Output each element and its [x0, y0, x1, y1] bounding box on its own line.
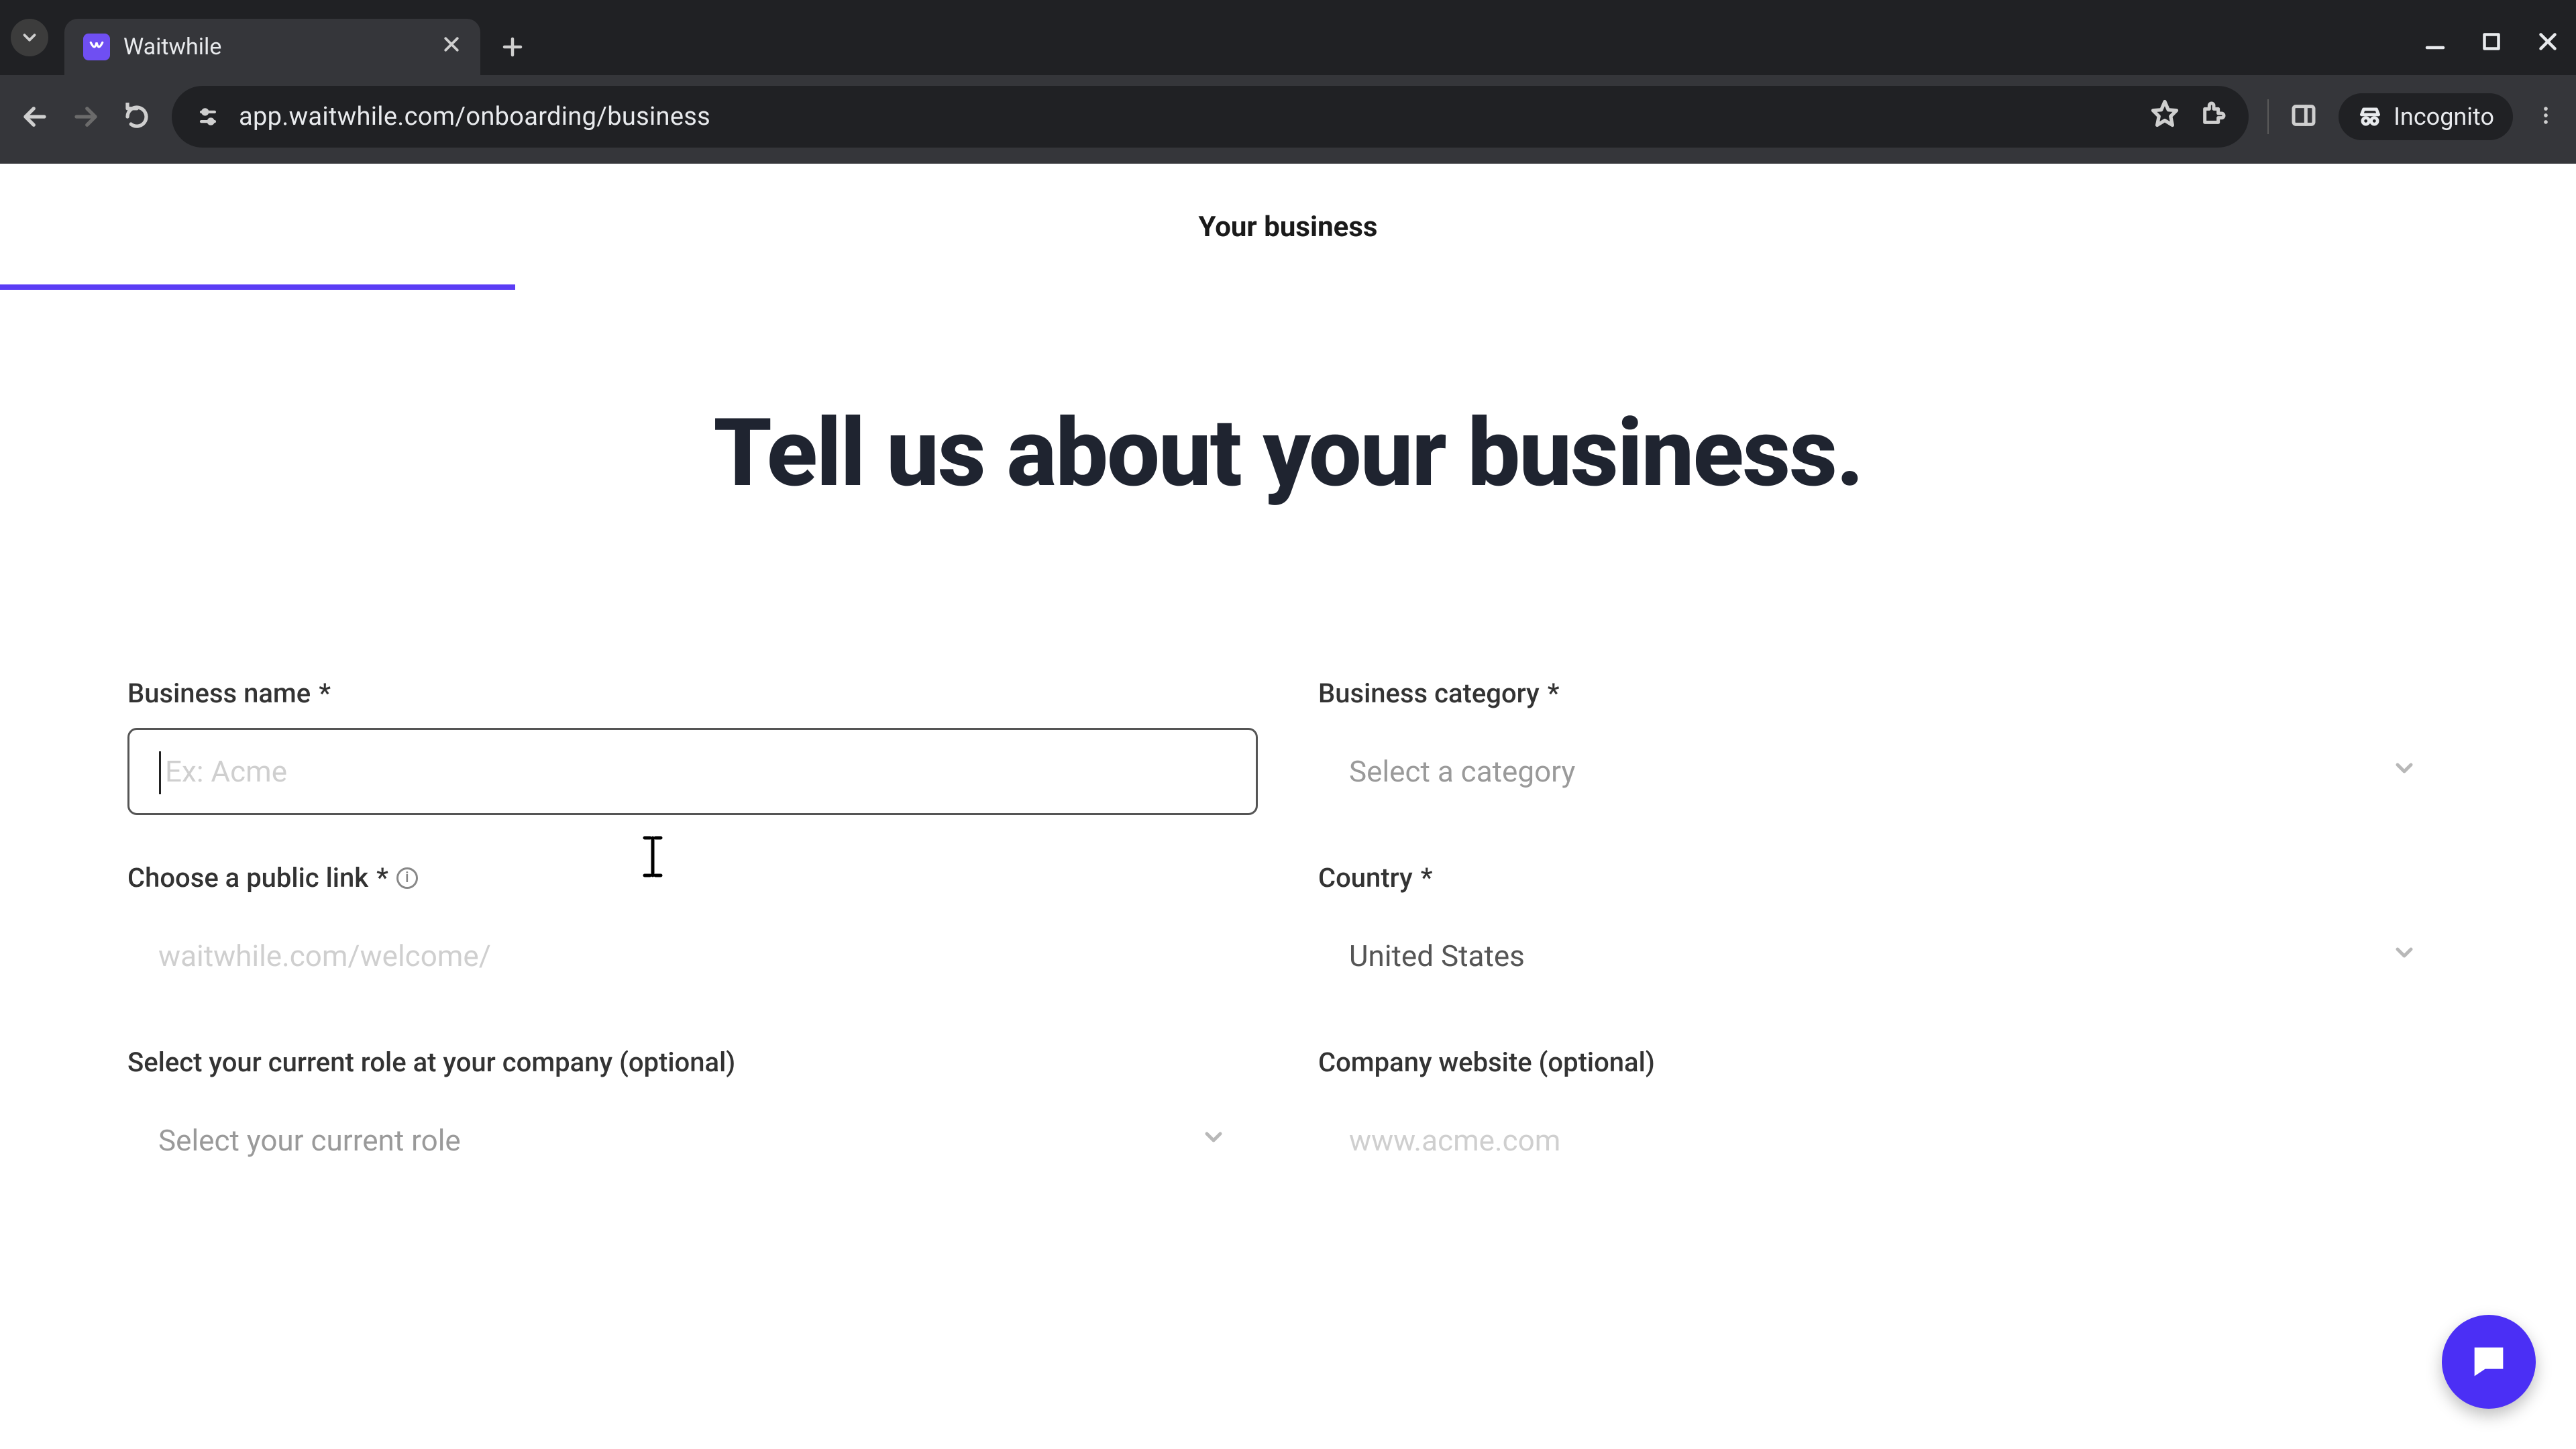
new-tab-button[interactable] [488, 23, 537, 71]
chevron-down-icon [19, 28, 40, 48]
business-name-input[interactable]: Ex: Acme [127, 728, 1258, 815]
nav-forward-button[interactable] [70, 101, 102, 133]
arrow-right-icon [72, 103, 100, 131]
omnibox-url: app.waitwhile.com/onboarding/business [239, 102, 710, 131]
onboarding-progress-bar [0, 284, 515, 290]
website-label: Company website (optional) [1318, 1046, 1655, 1078]
window-controls [2423, 30, 2560, 56]
incognito-label: Incognito [2394, 103, 2494, 131]
tune-icon [197, 105, 219, 128]
minimize-icon [2423, 30, 2447, 54]
chevron-down-icon [2391, 938, 2418, 973]
side-panel-icon [2290, 102, 2317, 129]
public-link-placeholder: waitwhile.com/welcome/ [158, 938, 491, 973]
country-label: Country [1318, 862, 1413, 894]
required-marker: * [1548, 678, 1560, 709]
country-value: United States [1349, 938, 1525, 973]
chat-bubble-icon [2467, 1340, 2510, 1383]
role-value: Select your current role [158, 1123, 461, 1158]
maximize-icon [2479, 30, 2504, 54]
waitwhile-favicon-icon [83, 34, 110, 60]
info-icon[interactable]: i [396, 867, 418, 889]
nav-back-button[interactable] [19, 101, 51, 133]
browser-chrome: Waitwhile [0, 0, 2576, 164]
field-public-link: Choose a public link * i waitwhile.com/w… [127, 862, 1258, 1000]
field-business-name: Business name * Ex: Acme [127, 678, 1258, 815]
page-root: Your business Tell us about your busines… [0, 164, 2576, 1449]
toolbar-right: Incognito [2267, 93, 2557, 140]
onboarding-form: Business name * Ex: Acme Business catego… [127, 678, 2449, 1184]
tab-close-button[interactable] [441, 34, 462, 60]
toolbar-separator [2267, 99, 2269, 134]
field-business-category: Business category * Select a category [1318, 678, 2449, 815]
public-link-label: Choose a public link [127, 862, 368, 894]
close-icon [441, 34, 462, 54]
incognito-indicator[interactable]: Incognito [2339, 93, 2513, 140]
arrow-left-icon [21, 103, 49, 131]
reload-icon [123, 103, 151, 131]
chrome-menu-button[interactable] [2534, 104, 2557, 129]
window-maximize-button[interactable] [2479, 30, 2504, 56]
website-placeholder: www.acme.com [1349, 1123, 1560, 1158]
intercom-chat-button[interactable] [2442, 1315, 2536, 1409]
required-marker: * [1421, 862, 1433, 894]
chevron-down-icon [2391, 754, 2418, 789]
chevron-down-icon [1200, 1123, 1227, 1158]
browser-tab[interactable]: Waitwhile [64, 19, 480, 75]
role-select[interactable]: Select your current role [127, 1097, 1258, 1184]
tab-search-dropdown[interactable] [11, 19, 48, 56]
incognito-icon [2357, 104, 2383, 129]
tab-title: Waitwhile [123, 34, 221, 60]
plus-icon [500, 35, 525, 59]
browser-toolbar: app.waitwhile.com/onboarding/business In… [0, 75, 2576, 164]
star-icon [2151, 99, 2179, 127]
text-caret-icon [159, 751, 161, 794]
business-name-label: Business name [127, 678, 311, 709]
window-close-button[interactable] [2536, 30, 2560, 56]
required-marker: * [319, 678, 331, 709]
business-name-placeholder: Ex: Acme [165, 754, 287, 789]
business-category-label: Business category [1318, 678, 1540, 709]
website-input[interactable]: www.acme.com [1318, 1097, 2449, 1184]
field-country: Country * United States [1318, 862, 2449, 1000]
business-category-value: Select a category [1349, 754, 1575, 789]
extensions-button[interactable] [2200, 100, 2227, 133]
puzzle-icon [2200, 100, 2227, 127]
field-role: Select your current role at your company… [127, 1046, 1258, 1184]
omnibox[interactable]: app.waitwhile.com/onboarding/business [172, 86, 2249, 148]
public-link-input[interactable]: waitwhile.com/welcome/ [127, 912, 1258, 1000]
tab-strip: Waitwhile [0, 0, 2576, 75]
side-panel-button[interactable] [2290, 102, 2317, 131]
kebab-icon [2534, 104, 2557, 127]
role-label: Select your current role at your company… [127, 1046, 735, 1078]
nav-reload-button[interactable] [121, 101, 153, 133]
business-category-select[interactable]: Select a category [1318, 728, 2449, 815]
field-website: Company website (optional) www.acme.com [1318, 1046, 2449, 1184]
close-icon [2536, 30, 2560, 54]
required-marker: * [376, 862, 388, 894]
site-info-button[interactable] [193, 102, 223, 131]
bookmark-button[interactable] [2151, 99, 2179, 134]
window-minimize-button[interactable] [2423, 30, 2447, 56]
onboarding-step-label: Your business [0, 164, 2576, 244]
country-select[interactable]: United States [1318, 912, 2449, 1000]
page-heading: Tell us about your business. [0, 405, 2576, 503]
